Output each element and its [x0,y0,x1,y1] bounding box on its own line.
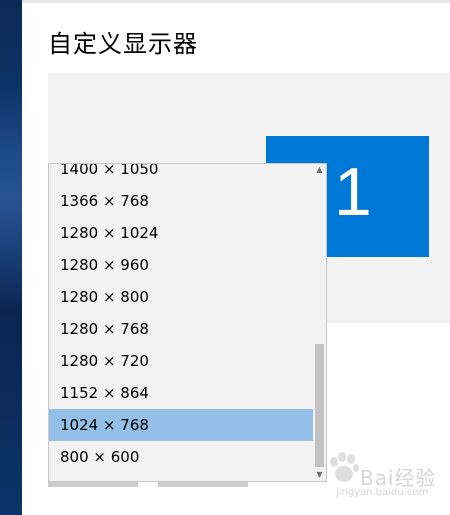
resolution-option[interactable]: 1280 × 800 [49,281,315,313]
resolution-option[interactable]: 1400 × 1050 [49,164,315,185]
resolution-option[interactable]: 1280 × 1024 [49,217,315,249]
chevron-down-icon[interactable]: ▼ [313,469,326,481]
desktop-glow [0,90,22,310]
scrollbar-thumb[interactable] [315,344,324,467]
resolution-dropdown-list[interactable]: 1400 × 1050 1366 × 768 1280 × 1024 1280 … [48,163,327,482]
chevron-up-icon[interactable]: ▲ [313,164,326,176]
resolution-option[interactable]: 1152 × 864 [49,377,315,409]
resolution-option[interactable]: 800 × 600 [49,441,315,473]
dropdown-scrollbar[interactable]: ▲ ▼ [313,164,326,481]
resolution-option[interactable]: 1280 × 720 [49,345,315,377]
window-top-border [22,0,450,3]
monitor-number: 1 [334,154,372,230]
resolution-option[interactable]: 1280 × 960 [49,249,315,281]
resolution-option-selected[interactable]: 1024 × 768 [49,409,315,441]
page-title: 自定义显示器 [48,30,198,58]
resolution-options: 1400 × 1050 1366 × 768 1280 × 1024 1280 … [49,164,315,473]
resolution-option[interactable]: 1366 × 768 [49,185,315,217]
resolution-option[interactable]: 1280 × 768 [49,313,315,345]
desktop-background [0,0,22,515]
